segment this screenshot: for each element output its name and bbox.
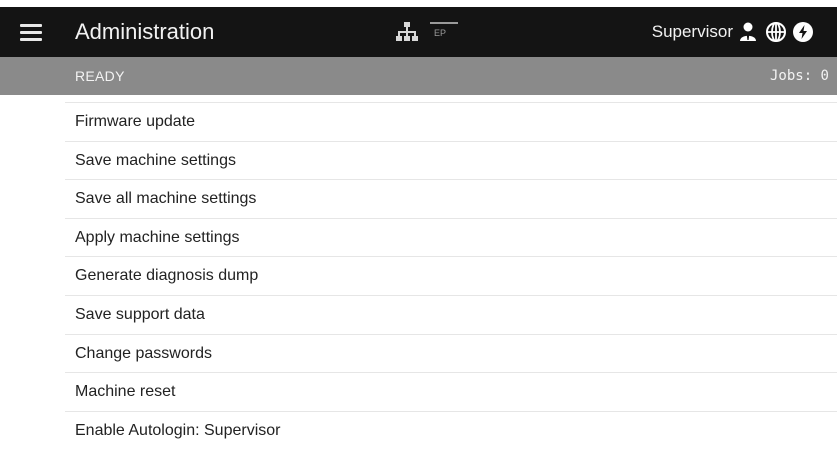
menu-item-label: Save machine settings [75,151,236,169]
menu-item-label: Save support data [75,305,205,323]
menu-item-label: Change passwords [75,344,212,362]
menu-item-machine-reset[interactable]: Machine reset [65,372,837,411]
menu-item-label: Enable Autologin: Supervisor [75,421,281,439]
menu-item-generate-diagnosis-dump[interactable]: Generate diagnosis dump [65,256,837,295]
menu-item-save-machine-settings[interactable]: Save machine settings [65,140,837,180]
power-icon[interactable] [792,21,814,43]
ep-label: EP [434,28,447,38]
ep-indicator-bar [430,22,458,24]
network-topology-icon [396,22,418,41]
menu-item-label: Machine reset [75,383,176,401]
jobs-count: Jobs: 0 [769,68,829,84]
menu-item-label: Generate diagnosis dump [75,267,259,285]
menu-item-label: Firmware update [75,113,196,130]
status-bar: READY Jobs: 0 [0,57,837,95]
ep-status-indicator: EP [430,20,458,42]
menu-item-label: Save all machine settings [75,190,257,208]
menu-item-save-all-machine-settings[interactable]: Save all machine settings [65,179,837,218]
current-user-name: Supervisor [651,22,733,41]
menu-item-save-support-data[interactable]: Save support data [65,294,837,334]
hamburger-menu-icon[interactable] [18,21,44,43]
menu-item-change-passwords[interactable]: Change passwords [65,333,837,373]
menu-item-apply-machine-settings[interactable]: Apply machine settings [65,217,837,257]
globe-icon[interactable] [765,21,787,43]
page-title: Administration [75,19,215,44]
menu-item-label: Apply machine settings [75,228,240,246]
top-app-bar: Administration EP Supervisor [0,7,837,57]
machine-status: READY [75,68,125,84]
menu-item-enable-autologin[interactable]: Enable Autologin: Supervisor [65,410,837,450]
menu-item-firmware-update[interactable]: Firmware update [65,102,837,141]
administration-screen: Administration EP Supervisor READY Jobs:… [0,0,837,472]
administration-menu: Firmware update Save machine settings Sa… [65,102,837,449]
user-icon[interactable] [737,21,759,43]
